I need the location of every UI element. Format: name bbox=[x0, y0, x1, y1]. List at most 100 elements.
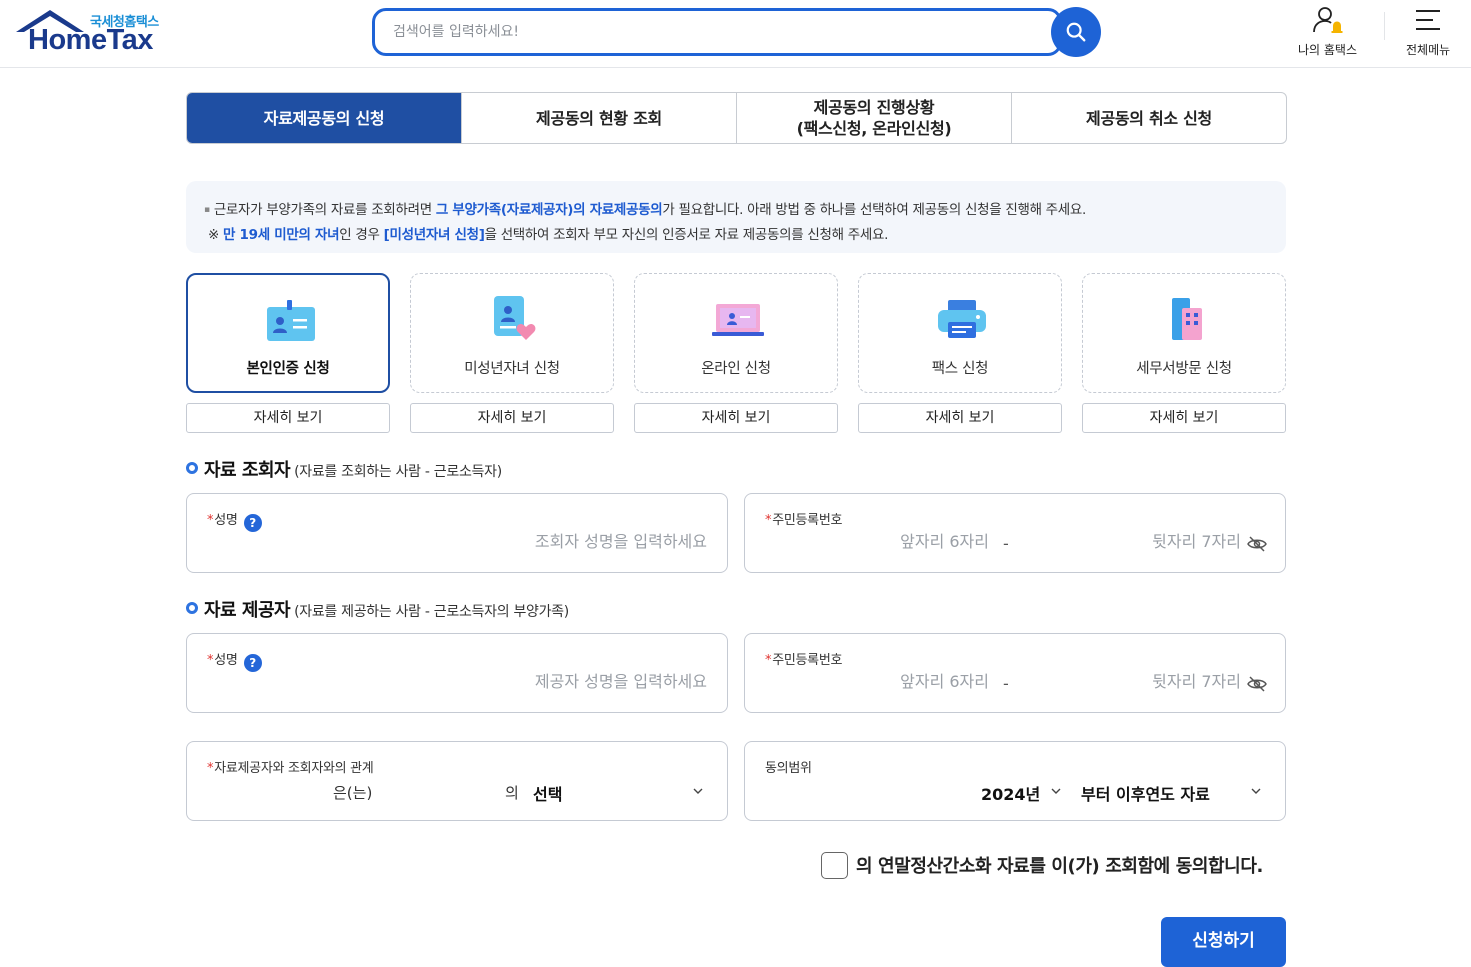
field-label-text: 성명 bbox=[214, 513, 238, 528]
field-label-text: 주민등록번호 bbox=[772, 513, 843, 528]
notice-text: 인 경우 bbox=[339, 227, 384, 243]
notice-text: ※ bbox=[208, 227, 224, 243]
viewer-name-input[interactable] bbox=[207, 532, 707, 551]
agree-text: 의 연말정산간소화 자료를 이(가) 조회함에 동의합니다. bbox=[856, 856, 1263, 877]
user-bell-icon bbox=[1312, 7, 1342, 33]
provider-name-input[interactable] bbox=[207, 672, 707, 691]
detail-button-minor-child[interactable]: 자세히 보기 bbox=[410, 403, 614, 433]
search-icon bbox=[1066, 22, 1086, 42]
detail-button-fax[interactable]: 자세히 보기 bbox=[858, 403, 1062, 433]
help-icon[interactable]: ? bbox=[243, 654, 262, 672]
logo-title: HomeTax bbox=[28, 24, 153, 56]
method-label: 온라인 신청 bbox=[701, 361, 771, 377]
section-dot-icon bbox=[186, 602, 198, 614]
chevron-down-icon[interactable] bbox=[1051, 788, 1061, 795]
notice-highlight: [미성년자녀 신청] bbox=[383, 227, 485, 243]
provider-section-title: 자료 제공자 (자료를 제공하는 사람 - 근로소득자의 부양가족) bbox=[186, 596, 569, 622]
field-label-text: 자료제공자와 조회자와의 관계 bbox=[214, 761, 374, 776]
notice-line-1: ▪ 근로자가 부양가족의 자료를 조회하려면 그 부양가족(자료제공자)의 자료… bbox=[204, 198, 1086, 218]
scope-year-select[interactable]: 2024년 bbox=[981, 781, 1040, 805]
viewer-rrn-field: *주민등록번호 - bbox=[744, 493, 1286, 573]
provider-name-field: *성명? bbox=[186, 633, 728, 713]
method-card-minor-child[interactable]: 미성년자녀 신청 bbox=[410, 273, 614, 393]
hometax-logo[interactable]: 국세청홈택스 HomeTax bbox=[14, 8, 174, 60]
tab-consent-request[interactable]: 자료제공동의 신청 bbox=[187, 93, 461, 143]
section-dot-icon bbox=[186, 462, 198, 474]
method-label: 팩스 신청 bbox=[931, 361, 989, 377]
field-label: *주민등록번호 bbox=[765, 649, 842, 668]
notice-highlight: 그 부양가족(자료제공자)의 자료제공동의 bbox=[435, 202, 663, 218]
viewer-rrn-back-input[interactable] bbox=[1025, 532, 1241, 551]
consent-scope-field: 동의범위 2024년 부터 이후연도 자료 bbox=[744, 741, 1286, 821]
notice-box: ▪ 근로자가 부양가족의 자료를 조회하려면 그 부양가족(자료제공자)의 자료… bbox=[186, 181, 1286, 253]
search-box bbox=[372, 8, 1062, 56]
viewer-rrn-front-input[interactable] bbox=[765, 532, 989, 551]
notice-text: 가 필요합니다. 아래 방법 중 하나를 선택하여 제공동의 신청을 진행해 주… bbox=[662, 202, 1087, 218]
eye-off-icon[interactable] bbox=[1247, 676, 1267, 692]
header-divider bbox=[1384, 12, 1385, 40]
tab-progress-line2: (팩스신청, 온라인신청) bbox=[796, 119, 952, 138]
field-label: *성명? bbox=[207, 509, 262, 532]
method-card-fax[interactable]: 팩스 신청 bbox=[858, 273, 1062, 393]
my-hometax-link[interactable]: 나의 홈택스 bbox=[1298, 6, 1357, 58]
detail-button-identity[interactable]: 자세히 보기 bbox=[186, 403, 390, 433]
method-card-online[interactable]: 온라인 신청 bbox=[634, 273, 838, 393]
rrn-dash: - bbox=[1003, 674, 1009, 693]
required-mark: * bbox=[207, 653, 214, 668]
relation-select[interactable]: 선택 bbox=[533, 781, 562, 805]
fax-icon bbox=[938, 300, 986, 338]
required-mark: * bbox=[765, 653, 772, 668]
notice-text: 근로자가 부양가족의 자료를 조회하려면 bbox=[213, 202, 436, 218]
provider-rrn-front-input[interactable] bbox=[765, 672, 989, 691]
tab-consent-status[interactable]: 제공동의 현황 조회 bbox=[461, 93, 736, 143]
viewer-section-title: 자료 조회자 (자료를 조회하는 사람 - 근로소득자) bbox=[186, 456, 502, 482]
hamburger-menu-icon bbox=[1416, 10, 1441, 30]
submit-button[interactable]: 신청하기 bbox=[1161, 917, 1286, 967]
all-menu-button[interactable]: 전체메뉴 bbox=[1406, 6, 1450, 58]
eye-off-icon[interactable] bbox=[1247, 536, 1267, 552]
help-icon[interactable]: ? bbox=[243, 514, 262, 532]
building-icon bbox=[1172, 298, 1202, 340]
tab-consent-progress[interactable]: 제공동의 진행상황 (팩스신청, 온라인신청) bbox=[736, 93, 1011, 143]
field-label: 동의범위 bbox=[765, 761, 812, 776]
header: 국세청홈택스 HomeTax 나의 홈택스 전체메뉴 bbox=[0, 0, 1471, 68]
search-button[interactable] bbox=[1051, 7, 1101, 57]
relation-field: *자료제공자와 조회자와의 관계 은(는) 의 선택 bbox=[186, 741, 728, 821]
notice-line-2: ※ 만 19세 미만의 자녀인 경우 [미성년자녀 신청]을 선택하여 조회자 … bbox=[208, 223, 888, 243]
tab-progress-line1: 제공동의 진행상황 bbox=[813, 98, 935, 117]
field-label: *주민등록번호 bbox=[765, 509, 842, 528]
section-subtitle: (자료를 제공하는 사람 - 근로소득자의 부양가족) bbox=[294, 604, 569, 620]
required-mark: * bbox=[207, 761, 214, 776]
method-card-tax-office-visit[interactable]: 세무서방문 신청 bbox=[1082, 273, 1286, 393]
tab-consent-cancel[interactable]: 제공동의 취소 신청 bbox=[1011, 93, 1286, 143]
bullet-icon: ▪ bbox=[204, 205, 210, 215]
field-label-text: 주민등록번호 bbox=[772, 653, 843, 668]
tab-bar: 자료제공동의 신청 제공동의 현황 조회 제공동의 진행상황 (팩스신청, 온라… bbox=[186, 92, 1287, 144]
laptop-icon bbox=[712, 304, 764, 336]
chevron-down-icon[interactable] bbox=[1251, 788, 1261, 795]
field-label: *성명? bbox=[207, 649, 262, 672]
notice-highlight: 만 19세 미만의 자녀 bbox=[223, 227, 340, 243]
relation-ui-text: 의 bbox=[505, 784, 519, 802]
field-label-text: 성명 bbox=[214, 653, 238, 668]
method-label: 세무서방문 신청 bbox=[1136, 361, 1232, 377]
rrn-dash: - bbox=[1003, 534, 1009, 553]
detail-button-tax-office-visit[interactable]: 자세히 보기 bbox=[1082, 403, 1286, 433]
scope-range-select[interactable]: 부터 이후연도 자료 bbox=[1081, 781, 1210, 805]
section-title: 자료 제공자 bbox=[204, 600, 291, 621]
method-label: 미성년자녀 신청 bbox=[464, 361, 560, 377]
required-mark: * bbox=[765, 513, 772, 528]
all-menu-label: 전체메뉴 bbox=[1406, 43, 1451, 57]
section-title: 자료 조회자 bbox=[204, 460, 291, 481]
required-mark: * bbox=[207, 513, 214, 528]
chevron-down-icon[interactable] bbox=[693, 788, 703, 795]
provider-rrn-back-input[interactable] bbox=[1025, 672, 1241, 691]
agree-checkbox[interactable] bbox=[821, 852, 848, 879]
viewer-name-field: *성명? bbox=[186, 493, 728, 573]
relation-eun-text: 은(는) bbox=[333, 784, 373, 802]
detail-button-online[interactable]: 자세히 보기 bbox=[634, 403, 838, 433]
method-card-identity[interactable]: 본인인증 신청 bbox=[186, 273, 390, 393]
search-input[interactable] bbox=[393, 11, 1033, 53]
notice-text: 을 선택하여 조회자 부모 자신의 인증서로 자료 제공동의를 신청해 주세요. bbox=[484, 227, 889, 243]
provider-rrn-field: *주민등록번호 - bbox=[744, 633, 1286, 713]
